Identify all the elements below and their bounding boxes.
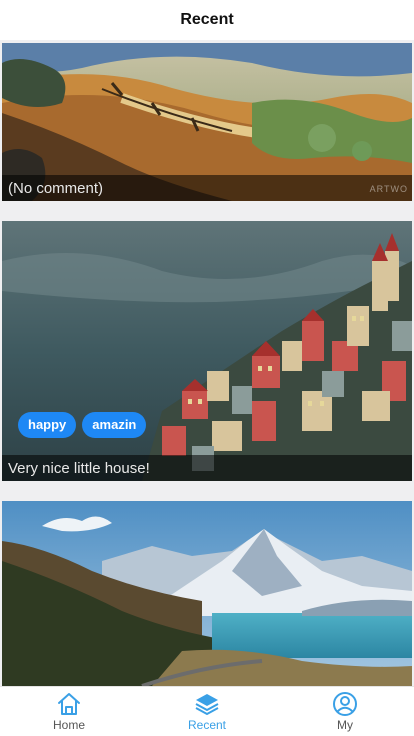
- tab-home[interactable]: Home: [0, 687, 138, 736]
- feed-card[interactable]: [2, 501, 412, 686]
- layers-icon: [195, 694, 219, 715]
- card-caption-bar: (No comment): [2, 175, 412, 201]
- feed-card[interactable]: happy amazin Very nice little house!: [2, 221, 412, 481]
- card-caption-bar: Very nice little house!: [2, 455, 412, 481]
- tab-recent-label: Recent: [187, 718, 227, 732]
- user-circle-icon: [333, 692, 357, 716]
- feed-card[interactable]: (No comment) ARTWO: [2, 43, 412, 201]
- recent-feed[interactable]: (No comment) ARTWO happy amazin Very nic…: [0, 40, 414, 686]
- tab-my-label: My: [337, 718, 353, 732]
- home-icon: [58, 693, 80, 715]
- tab-recent[interactable]: Recent: [138, 687, 276, 736]
- bottom-tab-bar: Home Recent My: [0, 686, 414, 736]
- tag-happy[interactable]: happy: [18, 412, 77, 438]
- page-title: Recent: [180, 11, 234, 28]
- tab-my[interactable]: My: [276, 687, 414, 736]
- image-watermark: ARTWO: [369, 184, 408, 194]
- card-image: [2, 501, 412, 686]
- tab-home-label: Home: [52, 718, 85, 732]
- top-bar: Recent: [0, 0, 414, 40]
- card-caption: Very nice little house!: [8, 459, 150, 477]
- card-image: [2, 221, 412, 481]
- tag-list: happy amazin: [18, 412, 147, 438]
- card-caption: (No comment): [8, 179, 104, 197]
- tag-amazin[interactable]: amazin: [82, 412, 147, 438]
